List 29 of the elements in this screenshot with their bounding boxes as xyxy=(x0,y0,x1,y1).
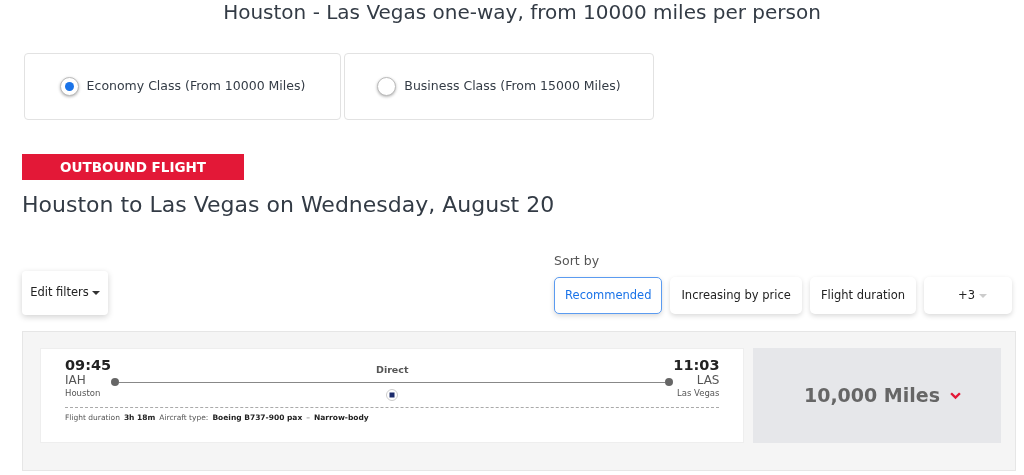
airport-dot xyxy=(111,378,120,387)
caret-icon xyxy=(91,291,100,295)
cabin-option[interactable]: Economy Class (From 10000 Miles) xyxy=(24,53,341,120)
airport-code: LAS xyxy=(695,373,720,387)
cabin-option[interactable]: Business Class (From 15000 Miles) xyxy=(344,53,654,120)
city-name: Houston xyxy=(65,387,102,399)
cabin-label: Economy Class (From 10000 Miles) xyxy=(86,77,306,96)
stops-label: Direct xyxy=(376,363,409,377)
section-banner: OUTBOUND FLIGHT xyxy=(22,154,244,180)
airline-logo-icon xyxy=(386,389,399,402)
page-title: Houston - Las Vegas one-way, from 10000 miles per person xyxy=(222,0,822,24)
cabin-label: Business Class (From 15000 Miles) xyxy=(404,77,621,96)
sort-button[interactable]: Recommended xyxy=(554,277,663,314)
arrival-time: 11:03 xyxy=(673,357,720,373)
price-button[interactable]: 10,000 Miles xyxy=(753,348,1001,443)
sort-label: Sort by xyxy=(554,253,601,269)
route-heading: Houston to Las Vegas on Wednesday, August 20 xyxy=(22,191,556,219)
city-name: Las Vegas xyxy=(675,387,720,399)
radio-button[interactable] xyxy=(377,77,397,96)
sort-button[interactable]: Increasing by price xyxy=(670,277,802,314)
sort-button[interactable]: Flight duration xyxy=(809,277,917,314)
departure-time: 09:45 xyxy=(65,357,112,373)
filters-button[interactable]: Edit filters xyxy=(22,271,108,315)
sort-button[interactable]: +3 xyxy=(924,277,1012,314)
airport-code: IAH xyxy=(65,373,87,387)
chevron-down-icon xyxy=(950,391,961,400)
airport-dot xyxy=(665,378,674,387)
caret-icon xyxy=(979,293,987,298)
radio-button[interactable] xyxy=(59,77,79,96)
